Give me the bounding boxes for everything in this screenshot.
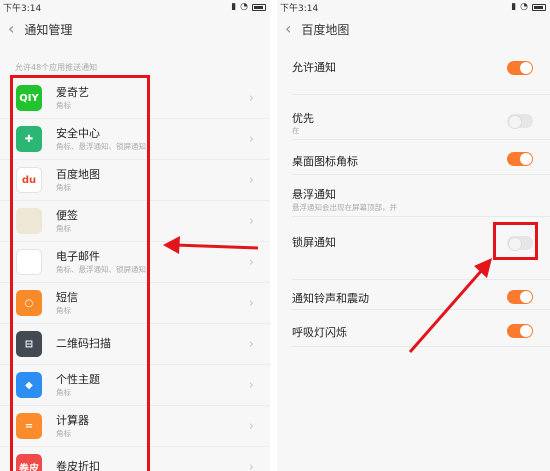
chevron-right-icon: › — [248, 173, 254, 188]
divider — [292, 139, 550, 140]
setting-description: 悬浮通知会出现在屏幕顶部，并 — [292, 203, 397, 212]
divider — [292, 94, 550, 95]
setting-toggle[interactable] — [507, 114, 533, 129]
chevron-right-icon: › — [248, 91, 254, 106]
setting-toggle[interactable] — [507, 152, 533, 166]
setting-label: 优先 — [292, 112, 314, 125]
chevron-right-icon: › — [248, 255, 254, 270]
divider — [292, 174, 550, 175]
title-bar: ‹ 通知管理 — [0, 14, 270, 44]
setting-label: 允许通知 — [292, 61, 336, 74]
status-time: 下午3:14 — [280, 3, 319, 14]
divider — [292, 279, 550, 280]
divider — [292, 346, 550, 347]
back-icon[interactable]: ‹ — [285, 21, 291, 37]
chevron-right-icon: › — [248, 460, 254, 471]
chevron-right-icon: › — [248, 337, 254, 352]
section-hint: 允许48个应用推送通知 — [15, 63, 98, 72]
setting-toggle[interactable] — [507, 61, 533, 75]
setting-description: 在 — [292, 126, 300, 135]
status-time: 下午3:14 — [3, 3, 42, 14]
chevron-right-icon: › — [248, 214, 254, 229]
setting-label: 锁屏通知 — [292, 236, 336, 249]
page-title: 百度地图 — [301, 22, 350, 37]
page-title: 通知管理 — [24, 22, 73, 37]
status-bar: 下午3:14 ▮ ◔ — [277, 0, 550, 14]
battery-icon — [252, 3, 266, 11]
highlight-box-app-list — [10, 75, 150, 471]
setting-label: 桌面图标角标 — [292, 155, 358, 168]
setting-toggle[interactable] — [507, 290, 533, 304]
status-bar: 下午3:14 ▮ ◔ — [0, 0, 270, 14]
setting-label: 悬浮通知 — [292, 188, 336, 201]
wifi-icon: ◔ — [240, 2, 248, 12]
battery-icon — [532, 3, 546, 11]
setting-label: 呼吸灯闪烁 — [292, 326, 347, 339]
back-icon[interactable]: ‹ — [8, 21, 14, 37]
setting-toggle[interactable] — [507, 324, 533, 338]
chevron-right-icon: › — [248, 378, 254, 393]
wifi-icon: ◔ — [520, 2, 528, 12]
setting-label: 通知铃声和震动 — [292, 292, 369, 305]
signal-icon: ▮ — [231, 2, 237, 12]
chevron-right-icon: › — [248, 419, 254, 434]
chevron-right-icon: › — [248, 132, 254, 147]
chevron-right-icon: › — [248, 296, 254, 311]
title-bar: ‹ 百度地图 — [277, 14, 550, 44]
divider — [292, 216, 550, 217]
signal-icon: ▮ — [511, 2, 517, 12]
highlight-box-lockscreen-toggle — [493, 222, 538, 260]
divider — [292, 309, 550, 310]
